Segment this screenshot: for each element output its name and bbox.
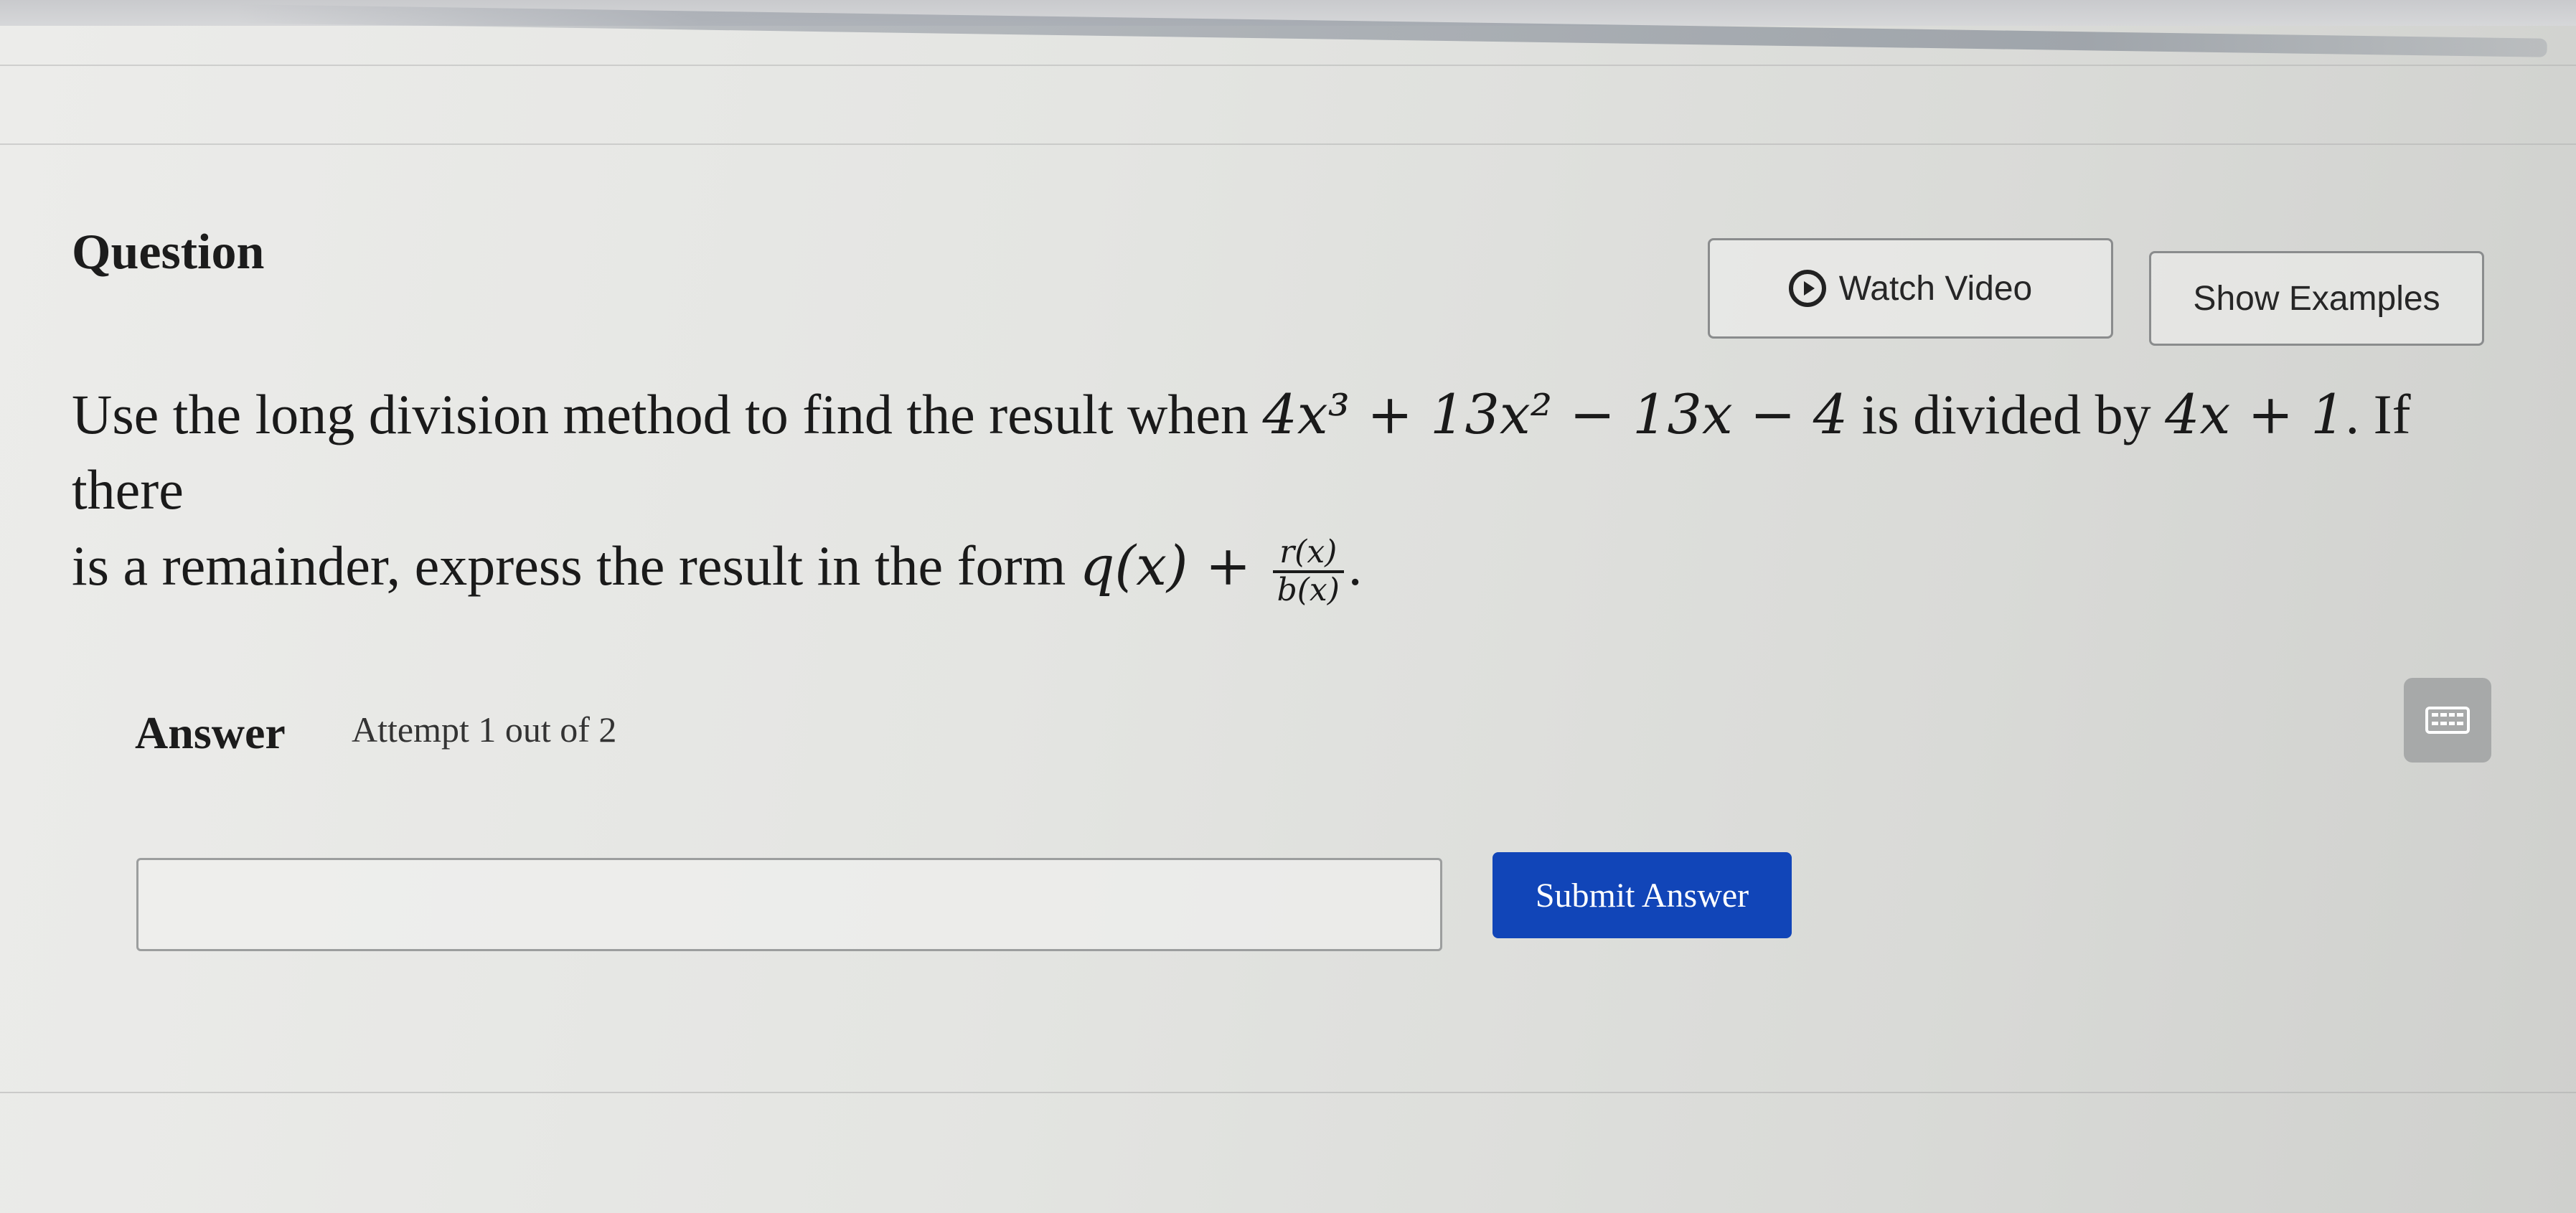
problem-text: . xyxy=(1348,534,1363,597)
keyboard-toggle-button[interactable] xyxy=(2404,678,2491,763)
fraction-denominator: b(x) xyxy=(1277,571,1340,608)
divider xyxy=(0,1092,2576,1093)
form-expression: q(x) + xyxy=(1079,533,1269,598)
play-circle-icon xyxy=(1788,270,1826,307)
fraction-numerator: r(x) xyxy=(1272,534,1344,573)
answer-input[interactable] xyxy=(136,858,1442,951)
question-heading: Question xyxy=(72,225,265,280)
show-examples-label: Show Examples xyxy=(2193,279,2440,318)
divider xyxy=(0,143,2576,145)
answer-heading: Answer xyxy=(135,707,286,758)
remainder-fraction: r(x) b(x) xyxy=(1272,534,1344,608)
divider xyxy=(0,65,2576,66)
attempt-counter: Attempt 1 out of 2 xyxy=(352,709,617,750)
divisor-expression: 4x + 1 xyxy=(2165,382,2346,446)
watch-video-button[interactable]: Watch Video xyxy=(1708,238,2113,339)
problem-text: Use the long division method to find the… xyxy=(72,383,1263,445)
problem-text: is a remainder, express the result in th… xyxy=(72,534,1080,597)
submit-answer-button[interactable]: Submit Answer xyxy=(1493,852,1792,938)
problem-text: is divided by xyxy=(1848,383,2166,445)
dividend-expression: 4x³ + 13x² − 13x − 4 xyxy=(1262,382,1848,446)
problem-statement: Use the long division method to find the… xyxy=(72,377,2526,608)
keyboard-icon xyxy=(2425,707,2470,734)
watch-video-label: Watch Video xyxy=(1838,269,2033,308)
problem-line-2: is a remainder, express the result in th… xyxy=(72,528,2526,608)
show-examples-button[interactable]: Show Examples xyxy=(2149,251,2484,346)
